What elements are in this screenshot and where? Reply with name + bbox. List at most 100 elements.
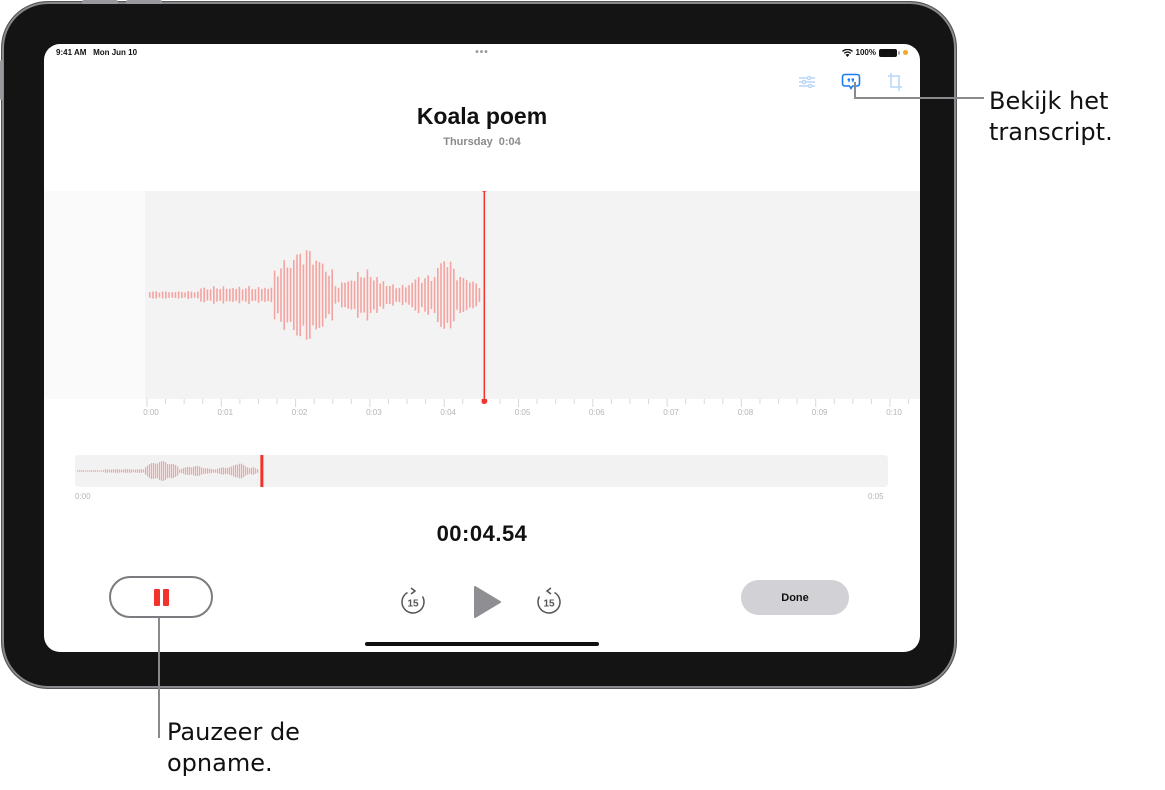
waveform-bar <box>373 280 375 310</box>
overview-bar <box>79 470 81 472</box>
overview-bar <box>207 468 209 474</box>
overview-bar <box>205 468 207 474</box>
transcript-button[interactable] <box>840 72 862 92</box>
waveform-bar <box>190 291 193 299</box>
overview-bar <box>257 469 259 473</box>
timeline-tick-label: 0:05 <box>514 408 531 417</box>
overview-bar <box>253 467 255 475</box>
waveform-bar <box>209 289 212 301</box>
overview-bar <box>127 469 129 473</box>
overview-bar <box>89 470 91 472</box>
recording-indicator-dot <box>903 50 908 55</box>
play-button[interactable] <box>466 582 506 622</box>
waveform-bar <box>248 286 250 304</box>
options-button[interactable] <box>796 72 818 92</box>
status-time: 9:41 AM Mon Jun 10 <box>56 48 137 57</box>
waveform-bar <box>328 275 330 315</box>
waveform-bar <box>433 277 436 313</box>
overview-bar <box>131 469 133 473</box>
waveform-bar <box>405 287 407 303</box>
overview-bar <box>155 463 157 479</box>
waveform-bar <box>478 288 481 302</box>
waveform-area[interactable] <box>44 191 920 399</box>
overview-bar <box>161 461 163 481</box>
overview-bar <box>141 469 143 473</box>
waveform-bar <box>219 289 221 301</box>
waveform-bar <box>334 286 337 304</box>
callout-line <box>158 618 160 738</box>
waveform-bar <box>299 253 301 337</box>
waveform-bar <box>312 264 314 326</box>
overview-playhead <box>260 455 264 487</box>
waveform-bar <box>459 277 461 314</box>
waveform-bar <box>366 269 369 321</box>
waveform-bar <box>273 270 276 320</box>
overview-bar <box>159 462 161 480</box>
overview-bar <box>231 466 233 476</box>
overview-bar <box>149 464 151 478</box>
skip-back-15-button[interactable]: 15 <box>396 585 430 619</box>
overview-bar <box>223 467 225 475</box>
skip-back-label: 15 <box>407 599 419 610</box>
playback-controls: 15 15 <box>394 582 566 622</box>
overview-bar <box>133 469 135 473</box>
waveform-bar <box>155 291 157 299</box>
waveform-bar <box>245 288 247 302</box>
overview-bar <box>255 468 257 474</box>
overview-bar <box>169 464 171 478</box>
waveform-bar <box>395 288 397 302</box>
elapsed-timer: 00:04.54 <box>436 521 528 546</box>
waveform <box>149 191 487 399</box>
overview-bar <box>241 463 243 479</box>
pause-button[interactable] <box>109 576 213 618</box>
overview-bar <box>165 462 167 480</box>
waveform-bar <box>280 268 282 322</box>
overview-bar <box>153 462 155 479</box>
waveform-bar <box>446 267 449 323</box>
waveform-bar <box>347 281 349 309</box>
screen: 9:41 AM Mon Jun 10 ••• 100% Koala poem T… <box>44 44 920 652</box>
crop-trim-icon <box>888 73 902 91</box>
waveform-bar <box>213 286 215 304</box>
done-button[interactable]: Done <box>741 580 849 615</box>
home-indicator[interactable] <box>365 642 599 646</box>
overview-bar <box>197 466 199 476</box>
waveform-bar <box>382 281 385 309</box>
overview-bar <box>107 469 109 473</box>
top-button <box>126 0 162 4</box>
overview-bar <box>251 467 253 475</box>
timeline-tick-label: 0:06 <box>589 408 605 417</box>
sliders-icon <box>799 75 815 89</box>
overview-bar <box>121 469 123 473</box>
recording-title[interactable]: Koala poem <box>44 103 920 130</box>
callout-line-1: Pauzeer de <box>167 718 300 746</box>
pause-icon-bar <box>162 588 169 606</box>
overview-bar <box>129 469 131 473</box>
overview-bar <box>119 469 121 473</box>
trim-button[interactable] <box>884 72 906 92</box>
callout-pause: Pauzeer de opname. <box>167 717 300 779</box>
timeline-tick-label: 0:04 <box>440 408 456 417</box>
overview-bar <box>151 463 153 479</box>
overview-bar <box>249 468 251 474</box>
overview-bar <box>163 461 165 481</box>
waveform-bar <box>165 291 167 299</box>
status-bar: 9:41 AM Mon Jun 10 ••• 100% <box>56 47 908 61</box>
playhead-top-handle <box>482 191 487 192</box>
skip-forward-15-button[interactable]: 15 <box>532 585 566 619</box>
waveform-bar <box>193 292 196 298</box>
overview-bar <box>247 467 249 475</box>
overview-end-label: 0:05 <box>868 492 884 501</box>
overview-bar <box>83 470 85 472</box>
waveform-bar <box>408 285 410 305</box>
waveform-bar <box>421 282 423 307</box>
overview-bar <box>105 469 107 473</box>
overview-scrubber[interactable] <box>75 455 888 487</box>
waveform-bar <box>261 289 263 301</box>
overview-bar <box>237 464 239 478</box>
waveform-bar <box>251 289 253 301</box>
waveform-bar <box>472 281 474 309</box>
overview-bar <box>111 469 113 473</box>
multitask-dots[interactable]: ••• <box>475 47 489 58</box>
waveform-bar <box>203 287 205 303</box>
